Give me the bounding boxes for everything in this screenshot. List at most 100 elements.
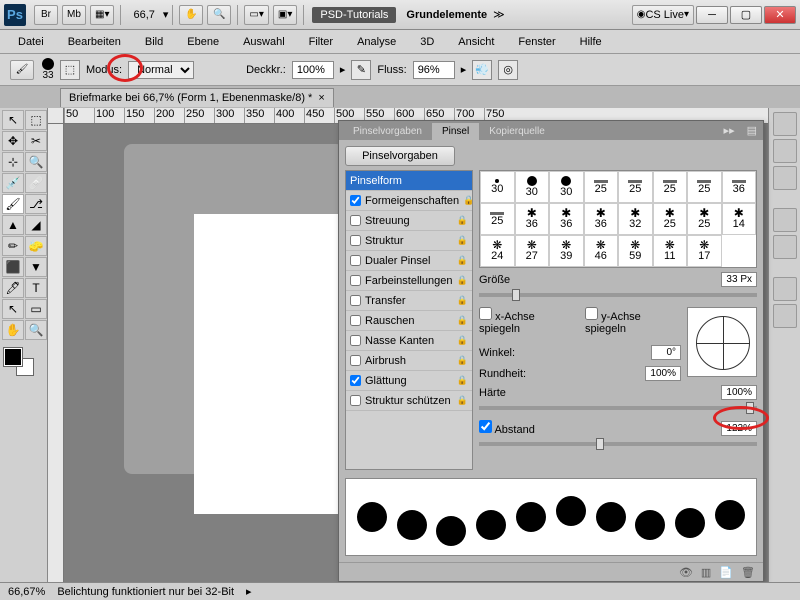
- tool-10[interactable]: ▲: [2, 215, 24, 235]
- brush-option-5[interactable]: Farbeinstellungen🔒: [346, 271, 472, 291]
- brush-tip[interactable]: ❋59: [618, 235, 653, 267]
- tool-9[interactable]: ⎇: [25, 194, 47, 214]
- dock-history-icon[interactable]: [773, 208, 797, 232]
- flow-input[interactable]: [413, 61, 455, 79]
- brush-tip[interactable]: 30: [515, 171, 550, 203]
- tool-2[interactable]: ✥: [2, 131, 24, 151]
- menu-filter[interactable]: Filter: [297, 32, 345, 52]
- tool-18[interactable]: ↖: [2, 299, 24, 319]
- arrange-button[interactable]: ▭▾: [244, 5, 268, 25]
- dock-character-icon[interactable]: [773, 304, 797, 328]
- menu-fenster[interactable]: Fenster: [506, 32, 567, 52]
- brush-tip[interactable]: ✱36: [549, 203, 584, 235]
- spacing-value[interactable]: 122%: [721, 421, 757, 436]
- mirror-y-checkbox[interactable]: y-Achse spiegeln: [585, 307, 681, 335]
- spacing-checkbox[interactable]: Abstand: [479, 420, 535, 436]
- fg-color[interactable]: [4, 348, 22, 366]
- tool-1[interactable]: ⬚: [25, 110, 47, 130]
- spacing-slider[interactable]: [479, 442, 757, 446]
- tool-7[interactable]: 🩹: [25, 173, 47, 193]
- brush-option-11[interactable]: Struktur schützen🔒: [346, 391, 472, 411]
- tablet-opacity-button[interactable]: ✎: [351, 60, 371, 80]
- brush-option-0[interactable]: Pinselform: [346, 171, 472, 191]
- toggle-preview-icon[interactable]: 👁: [679, 566, 693, 579]
- workspace-tag[interactable]: PSD-Tutorials: [312, 7, 396, 23]
- brush-tip[interactable]: 25: [687, 171, 722, 203]
- dock-layers-icon[interactable]: [773, 112, 797, 136]
- menu-analyse[interactable]: Analyse: [345, 32, 408, 52]
- brush-option-6[interactable]: Transfer🔒: [346, 291, 472, 311]
- menu-bearbeiten[interactable]: Bearbeiten: [56, 32, 133, 52]
- size-value[interactable]: 33 Px: [721, 272, 757, 287]
- opacity-input[interactable]: [292, 61, 334, 79]
- tool-20[interactable]: ✋: [2, 320, 24, 340]
- brush-tip[interactable]: 30: [480, 171, 515, 203]
- document-tab[interactable]: Briefmarke bei 66,7% (Form 1, Ebenenmask…: [60, 88, 334, 107]
- tool-21[interactable]: 🔍: [25, 320, 47, 340]
- zoom-icon[interactable]: 🔍: [207, 5, 231, 25]
- size-slider[interactable]: [479, 293, 757, 297]
- menu-ebene[interactable]: Ebene: [175, 32, 231, 52]
- tool-3[interactable]: ✂: [25, 131, 47, 151]
- new-preset-icon[interactable]: ▥: [701, 566, 711, 579]
- menu-bild[interactable]: Bild: [133, 32, 175, 52]
- brush-tip[interactable]: ✱25: [687, 203, 722, 235]
- close-button[interactable]: ✕: [764, 6, 796, 24]
- brush-tip[interactable]: 25: [480, 203, 515, 235]
- tool-11[interactable]: ◢: [25, 215, 47, 235]
- minimize-button[interactable]: ─: [696, 6, 728, 24]
- panel-collapse-icon[interactable]: ▸▸: [718, 121, 741, 140]
- tool-12[interactable]: ✏: [2, 236, 24, 256]
- tool-14[interactable]: ⬛: [2, 257, 24, 277]
- panel-tab-pinselvorgaben[interactable]: Pinselvorgaben: [343, 123, 432, 140]
- tool-4[interactable]: ⊹: [2, 152, 24, 172]
- brush-option-10[interactable]: Glättung🔒: [346, 371, 472, 391]
- cslive-button[interactable]: ◉ CS Live ▾: [632, 5, 694, 25]
- close-tab-icon[interactable]: ×: [318, 92, 324, 104]
- tool-preset-button[interactable]: 🖌: [10, 60, 34, 80]
- mirror-x-checkbox[interactable]: x-Achse spiegeln: [479, 307, 575, 335]
- panel-tab-pinsel[interactable]: Pinsel: [432, 123, 479, 140]
- brush-tip[interactable]: 25: [584, 171, 619, 203]
- hardness-value[interactable]: 100%: [721, 385, 757, 400]
- opacity-flyout-icon[interactable]: ▸: [340, 63, 346, 76]
- bridge-button[interactable]: Br: [34, 5, 58, 25]
- brush-option-1[interactable]: Formeigenschaften🔒: [346, 191, 472, 211]
- angle-widget[interactable]: [687, 307, 757, 377]
- tool-6[interactable]: 💉: [2, 173, 24, 193]
- brush-tip[interactable]: ✱32: [618, 203, 653, 235]
- brush-tip[interactable]: 36: [722, 171, 757, 203]
- zoom-level[interactable]: 66,7: [125, 9, 162, 21]
- maximize-button[interactable]: ▢: [730, 6, 762, 24]
- brush-option-9[interactable]: Airbrush🔒: [346, 351, 472, 371]
- angle-value[interactable]: 0°: [651, 345, 681, 360]
- brush-option-2[interactable]: Streuung🔒: [346, 211, 472, 231]
- dock-paragraph-icon[interactable]: [773, 277, 797, 301]
- brush-tip[interactable]: 25: [653, 171, 688, 203]
- tool-19[interactable]: ▭: [25, 299, 47, 319]
- brush-option-3[interactable]: Struktur🔒: [346, 231, 472, 251]
- brush-tip[interactable]: ✱25: [653, 203, 688, 235]
- delete-icon[interactable]: 🗑: [741, 566, 755, 579]
- menu-ansicht[interactable]: Ansicht: [446, 32, 506, 52]
- brush-tip[interactable]: ❋24: [480, 235, 515, 267]
- roundness-value[interactable]: 100%: [645, 366, 681, 381]
- view-extras-button[interactable]: ▦▾: [90, 5, 114, 25]
- tool-0[interactable]: ↖: [2, 110, 24, 130]
- tool-5[interactable]: 🔍: [25, 152, 47, 172]
- screenmode-button[interactable]: ▣▾: [273, 5, 297, 25]
- menu-datei[interactable]: Datei: [6, 32, 56, 52]
- tool-16[interactable]: 🖊: [2, 278, 24, 298]
- preset-button[interactable]: Pinselvorgaben: [345, 146, 455, 166]
- tool-8[interactable]: 🖌: [2, 194, 24, 214]
- menu-hilfe[interactable]: Hilfe: [568, 32, 614, 52]
- dock-adjustments-icon[interactable]: [773, 139, 797, 163]
- brush-panel-toggle[interactable]: ⬚: [60, 60, 80, 80]
- brush-tip[interactable]: 25: [618, 171, 653, 203]
- tool-13[interactable]: 🧽: [25, 236, 47, 256]
- brush-tip[interactable]: 30: [549, 171, 584, 203]
- brush-tip[interactable]: ❋27: [515, 235, 550, 267]
- brush-tip[interactable]: ❋17: [687, 235, 722, 267]
- dock-channels-icon[interactable]: [773, 166, 797, 190]
- dock-actions-icon[interactable]: [773, 235, 797, 259]
